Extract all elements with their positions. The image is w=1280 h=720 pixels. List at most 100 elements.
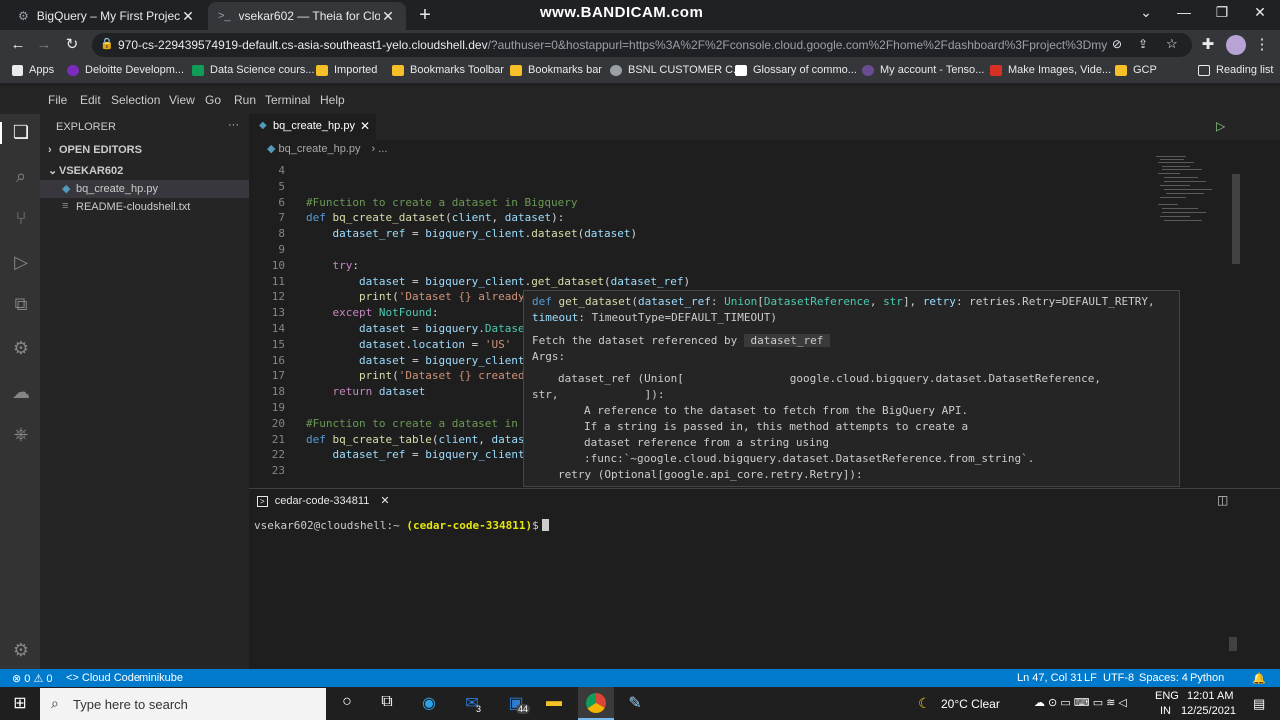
code-line[interactable]: return dataset (306, 385, 426, 398)
bookmark-item[interactable]: My account - Tenso... (862, 64, 984, 76)
explorer-icon[interactable]: ❏ (0, 122, 40, 144)
workspace-header[interactable]: VSEKAR602 (59, 165, 123, 177)
terminal-scrollbar[interactable] (1229, 637, 1237, 651)
chevron-right-icon[interactable]: › (48, 144, 52, 156)
forward-icon[interactable]: → (34, 35, 54, 55)
language-mode[interactable]: Python (1190, 672, 1224, 684)
indentation[interactable]: Spaces: 4 (1139, 672, 1188, 684)
star-icon[interactable]: ☆ (1166, 36, 1178, 52)
code-line[interactable]: dataset = bigquery_client.get_dataset(da… (306, 275, 690, 288)
more-actions-icon[interactable]: ··· (228, 119, 239, 131)
run-icon[interactable]: ▷ (1216, 119, 1225, 133)
code-line[interactable]: def bq_create_table(client, dataset (306, 433, 538, 446)
problems-indicator[interactable]: ⊗ 0 ⚠ 0 (12, 672, 53, 685)
code-line[interactable]: except NotFound: (306, 306, 439, 319)
code-line[interactable]: print('Dataset {} already (306, 290, 525, 303)
bookmark-folder[interactable]: Bookmarks Toolbar (392, 64, 504, 76)
bookmark-item[interactable]: Deloitte Developm... (67, 64, 184, 76)
back-icon[interactable]: ← (8, 35, 28, 55)
chrome-taskbar-button[interactable] (578, 687, 614, 720)
bookmark-item[interactable]: Glossary of commo... (735, 64, 857, 76)
close-window-button[interactable]: ✕ (1242, 4, 1278, 21)
bookmark-apps[interactable]: Apps (12, 64, 54, 76)
language-indicator[interactable]: ENG (1155, 690, 1179, 702)
code-line[interactable]: dataset = bigquery.Dataset (306, 322, 531, 335)
file-row[interactable]: ≡ README-cloudshell.txt (40, 198, 249, 216)
edge-icon[interactable]: ◉ (418, 693, 440, 715)
bookmark-item[interactable]: Data Science cours... (192, 64, 315, 76)
bookmark-folder[interactable]: GCP (1115, 64, 1157, 76)
menu-file[interactable]: File (48, 93, 67, 107)
source-control-icon[interactable]: ⑂ (10, 208, 32, 230)
url-bar[interactable]: 🔒 970-cs-229439574919-default.cs-asia-so… (92, 33, 1192, 57)
bell-icon[interactable]: 🔔 (1252, 672, 1266, 685)
notepad-icon[interactable]: ✎ (624, 693, 646, 715)
encoding[interactable]: UTF-8 (1103, 672, 1134, 684)
menu-edit[interactable]: Edit (80, 93, 101, 107)
chevron-down-icon[interactable]: ⌄ (48, 164, 57, 177)
file-row-selected[interactable]: ◆ bq_create_hp.py (40, 180, 249, 198)
task-view-icon[interactable]: ⧉ (376, 693, 398, 715)
code-line[interactable]: print('Dataset {} created. (306, 369, 531, 382)
code-line[interactable]: dataset.location = 'US' (306, 338, 511, 351)
menu-view[interactable]: View (169, 93, 195, 107)
close-icon[interactable]: ✕ (380, 8, 396, 25)
minikube-indicator[interactable]: minikube (139, 672, 183, 684)
open-editors-header[interactable]: OPEN EDITORS (59, 144, 142, 156)
maximize-button[interactable]: ❐ (1204, 4, 1240, 21)
cortana-icon[interactable]: ○ (336, 693, 358, 715)
share-icon[interactable]: ⇪ (1138, 37, 1148, 51)
menu-help[interactable]: Help (320, 93, 345, 107)
tray-icons[interactable]: ☁ ⊙ ▭ ⌨ ▭ ≋ ◁ (1034, 696, 1127, 709)
avatar[interactable] (1226, 35, 1246, 55)
editor-tab[interactable]: ◆ bq_create_hp.py ✕ (249, 114, 376, 140)
browser-tab-theia[interactable]: >_ vsekar602 — Theia for Cloud She ✕ (208, 2, 406, 30)
split-terminal-icon[interactable]: ◫ (1217, 493, 1228, 507)
close-icon[interactable]: ✕ (360, 119, 370, 133)
cloud-icon[interactable]: ☁ (10, 382, 32, 404)
settings-gear-icon[interactable]: ⚙ (10, 640, 32, 662)
menu-run[interactable]: Run (234, 93, 256, 107)
code-line[interactable]: #Function to create a dataset in Bigquer… (306, 196, 578, 209)
code-line[interactable]: def bq_create_dataset(client, dataset): (306, 211, 564, 224)
code-line[interactable]: dataset_ref = bigquery_client. (306, 448, 532, 461)
menu-icon[interactable]: ⋮ (1252, 35, 1272, 55)
minimize-button[interactable]: — (1166, 4, 1202, 20)
menu-go[interactable]: Go (205, 93, 221, 107)
clock-time[interactable]: 12:01 AM (1187, 690, 1233, 702)
code-line[interactable]: try: (306, 259, 360, 272)
extensions-icon[interactable]: ✚ (1198, 35, 1218, 55)
debug-icon[interactable]: ▷ (10, 252, 32, 274)
kubernetes-icon[interactable]: ⎈ (10, 424, 32, 446)
notification-icon[interactable]: ▤ (1253, 696, 1265, 712)
terminal-prompt[interactable]: vsekar602@cloudshell:~ (cedar-code-33481… (254, 519, 549, 532)
cloud-code-indicator[interactable]: <> Cloud Code (66, 672, 140, 684)
code-line[interactable]: dataset_ref = bigquery_client.dataset(da… (306, 227, 638, 240)
cursor-position[interactable]: Ln 47, Col 31 (1017, 672, 1082, 684)
search-icon[interactable]: ⌕ (10, 166, 32, 188)
browser-tab-bigquery[interactable]: ⚙ BigQuery – My First Project – Go ✕ (8, 2, 206, 30)
new-tab-button[interactable]: + (414, 4, 436, 27)
code-line[interactable]: #Function to create a dataset in Table (306, 417, 558, 430)
api-icon[interactable]: ⚙ (10, 338, 32, 360)
menu-terminal[interactable]: Terminal (265, 93, 310, 107)
bookmark-folder[interactable]: Bookmarks bar (510, 64, 602, 76)
file-explorer-icon[interactable]: ▬ (543, 693, 565, 715)
breadcrumb-more[interactable]: ... (378, 143, 387, 155)
taskbar-search[interactable]: ⌕ Type here to search (40, 688, 326, 720)
reading-list[interactable]: Reading list (1198, 64, 1273, 76)
bookmark-item[interactable]: Make Images, Vide... (990, 64, 1111, 76)
weather-text[interactable]: 20°C Clear (941, 697, 1000, 711)
windows-start-icon[interactable]: ⊞ (9, 693, 31, 715)
minimap[interactable] (1154, 154, 1234, 234)
code-line[interactable]: dataset = bigquery_client. (306, 354, 531, 367)
menu-selection[interactable]: Selection (111, 93, 160, 107)
line-ending[interactable]: LF (1084, 672, 1097, 684)
eye-off-icon[interactable]: ⊘ (1112, 37, 1122, 51)
tab-search-icon[interactable]: ⌄ (1128, 4, 1164, 21)
terminal-tab[interactable]: > cedar-code-334811 ✕ (257, 494, 390, 507)
close-icon[interactable]: ✕ (380, 495, 389, 507)
bookmark-item[interactable]: BSNL CUSTOMER C... (610, 64, 742, 76)
extensions-icon[interactable]: ⧉ (10, 294, 32, 316)
reload-icon[interactable]: ↻ (62, 35, 82, 55)
